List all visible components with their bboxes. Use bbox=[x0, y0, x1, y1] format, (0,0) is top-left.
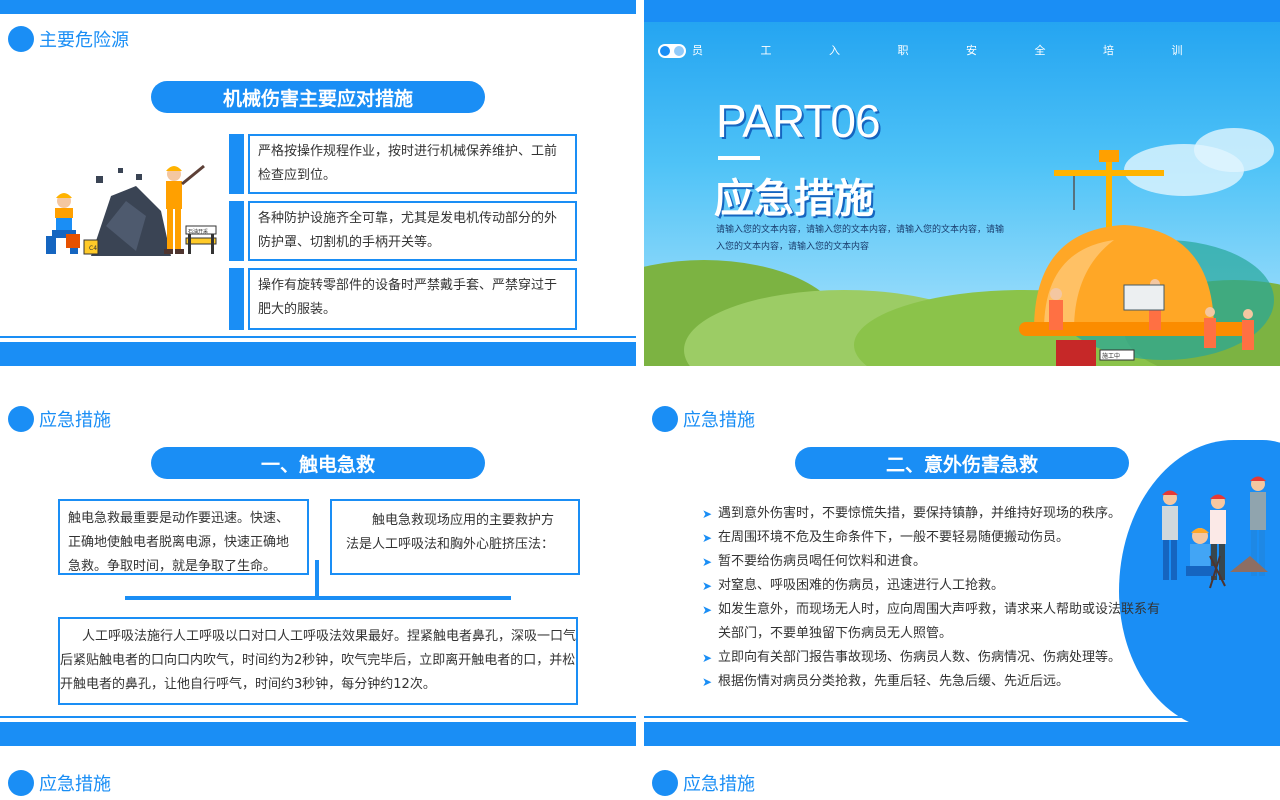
header-text: 主要危险源 bbox=[39, 30, 129, 51]
barrier-sign-text: 石油开采 bbox=[188, 228, 208, 235]
header-text: 应急措施 bbox=[39, 410, 111, 431]
list-item: ➤ 暂不要给伤病员喝任何饮料和进食。 bbox=[702, 550, 1172, 574]
bottom-line bbox=[0, 716, 636, 718]
slide-injury-aid: 应急措施 二、意外伤害急救 ➤ 遇到意外伤害时，不要惊慌失措，要保持镇静，并维持好… bbox=[644, 380, 1280, 746]
top-bar bbox=[0, 0, 636, 14]
measure-box-2: 各种防护设施齐全可靠，尤其是发电机传动部分的外防护罩、切割机的手柄开关等。 bbox=[248, 201, 577, 261]
header-dot-icon bbox=[652, 406, 678, 432]
shock-box-3: 人工呼吸法施行人工呼吸以口对口人工呼吸法效果最好。捏紧触电者鼻孔，深吸一口气后紧… bbox=[58, 617, 578, 705]
c4-box-text: C4 bbox=[89, 245, 97, 252]
section-title: 一、触电急救 bbox=[151, 447, 485, 479]
section-title: 二、意外伤害急救 bbox=[795, 447, 1129, 479]
bottom-bar bbox=[0, 342, 636, 366]
header-text: 应急措施 bbox=[683, 410, 755, 431]
header-dot-icon bbox=[652, 770, 678, 796]
workers-illustration: 石油开采 C4 bbox=[46, 164, 217, 256]
slide-emergency-6: 应急措施 bbox=[644, 754, 1280, 800]
construction-illustration: 施工中 bbox=[644, 128, 1280, 366]
slide-header: 应急措施 bbox=[652, 406, 755, 432]
bottom-bar bbox=[0, 722, 636, 746]
measure-box-1: 严格按操作规程作业，按时进行机械保养维护、工前检查应到位。 bbox=[248, 134, 577, 194]
slide-header: 应急措施 bbox=[8, 770, 111, 796]
slide-electric-shock: 应急措施 一、触电急救 触电急救最重要是动作要迅速。快速、正确地使触电者脱离电源… bbox=[0, 380, 636, 746]
arrow-icon: ➤ bbox=[702, 531, 713, 545]
arrow-icon: ➤ bbox=[702, 651, 713, 665]
slide-header: 应急措施 bbox=[8, 406, 111, 432]
arrow-icon: ➤ bbox=[702, 603, 713, 617]
slide-hazards: 主要危险源 机械伤害主要应对措施 石油开采 C4 严格按操作规程作业，按时进行机… bbox=[0, 0, 636, 366]
connector-vertical bbox=[315, 560, 319, 598]
header-dot-icon bbox=[8, 26, 34, 52]
list-item: ➤ 如发生意外，而现场无人时，应向周围大声呼救，请求来人帮助或设法联系有关部门，不… bbox=[702, 598, 1172, 646]
list-item: ➤ 对窒息、呼吸困难的伤病员，迅速进行人工抢救。 bbox=[702, 574, 1172, 598]
work-sign-text: 施工中 bbox=[1102, 352, 1120, 360]
aid-list: ➤ 遇到意外伤害时，不要惊慌失措，要保持镇静，并维持好现场的秩序。 ➤ 在周围环境不… bbox=[702, 502, 1172, 694]
item-accent-2 bbox=[229, 201, 244, 261]
arrow-icon: ➤ bbox=[702, 675, 713, 689]
item-accent-1 bbox=[229, 134, 244, 194]
bottom-bar bbox=[644, 722, 1280, 746]
rescue-workers-illustration bbox=[1162, 476, 1268, 589]
measure-box-3: 操作有旋转零部件的设备时严禁戴手套、严禁穿过于肥大的服装。 bbox=[248, 268, 577, 330]
header-dot-icon bbox=[8, 406, 34, 432]
header-dot-icon bbox=[8, 770, 34, 796]
bottom-line bbox=[644, 716, 1280, 718]
section-title: 机械伤害主要应对措施 bbox=[151, 81, 485, 113]
list-item: ➤ 根据伤情对病员分类抢救，先重后轻、先急后缓、先近后远。 bbox=[702, 670, 1172, 694]
list-item: ➤ 在周围环境不危及生命条件下，一般不要轻易随便搬动伤员。 bbox=[702, 526, 1172, 550]
connector-horizontal bbox=[125, 596, 511, 600]
slide-emergency-5: 应急措施 bbox=[0, 754, 636, 800]
shock-box-2: 触电急救现场应用的主要救护方法是人工呼吸法和胸外心脏挤压法： bbox=[330, 499, 580, 575]
arrow-icon: ➤ bbox=[702, 579, 713, 593]
bottom-line bbox=[0, 336, 636, 338]
arrow-icon: ➤ bbox=[702, 507, 713, 521]
header-text: 应急措施 bbox=[683, 774, 755, 795]
shock-box-1: 触电急救最重要是动作要迅速。快速、正确地使触电者脱离电源，快速正确地急救。争取时… bbox=[58, 499, 309, 575]
slide-header: 应急措施 bbox=[652, 770, 755, 796]
item-accent-3 bbox=[229, 268, 244, 330]
slide-header: 主要危险源 bbox=[8, 26, 129, 52]
list-item: ➤ 遇到意外伤害时，不要惊慌失措，要保持镇静，并维持好现场的秩序。 bbox=[702, 502, 1172, 526]
header-text: 应急措施 bbox=[39, 774, 111, 795]
arrow-icon: ➤ bbox=[702, 555, 713, 569]
list-item: ➤ 立即向有关部门报告事故现场、伤病员人数、伤病情况、伤病处理等。 bbox=[702, 646, 1172, 670]
slide-part-cover: 员 工 入 职 安 全 培 训 PART06 应急措施 请输入您的文本内容，请输… bbox=[644, 0, 1280, 366]
